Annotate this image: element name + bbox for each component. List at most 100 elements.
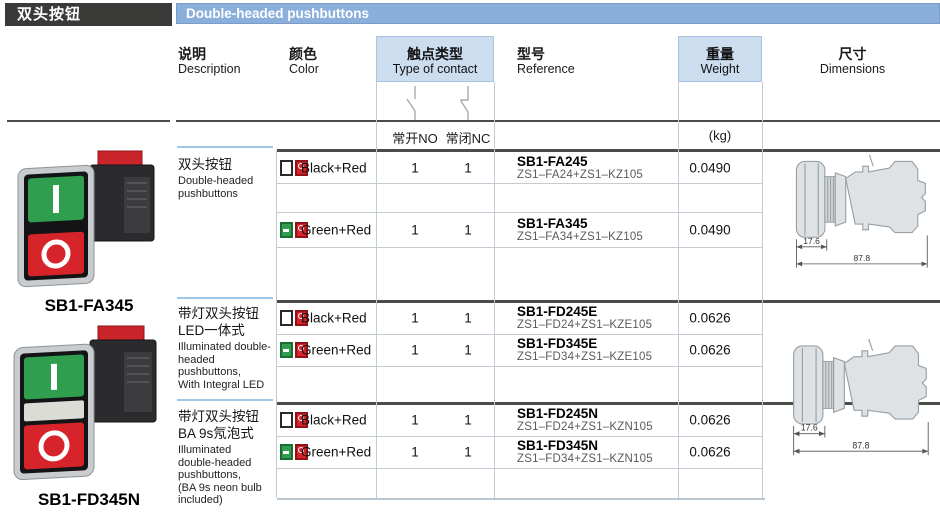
reference-block: SB1-FD345E ZS1–FD34+ZS1–KZE105 — [517, 336, 652, 364]
column-header-contact-zh: 触点类型 — [377, 46, 493, 62]
weight-value: 0.0626 — [655, 311, 765, 326]
reference-block: SB1-FD345N ZS1–FD34+ZS1–KZN105 — [517, 438, 653, 466]
rule-table-bottom — [277, 498, 765, 500]
nc-count: 1 — [443, 160, 493, 175]
column-header-reference: 型号 Reference — [517, 46, 575, 77]
reference-subcode: ZS1–FD34+ZS1–KZN105 — [517, 453, 653, 466]
column-header-description: 说明 Description — [178, 46, 241, 77]
weight-value: 0.0626 — [655, 445, 765, 460]
weight-value: 0.0490 — [655, 223, 765, 238]
product-label-1: SB1-FA345 — [5, 296, 173, 316]
nc-count: 1 — [443, 343, 493, 358]
dimension-drawing-2: 17.6 87.8 — [780, 333, 936, 471]
table-row: Black+Red 1 1 SB1-FA245 ZS1–FA24+ZS1–KZ1… — [277, 152, 762, 183]
dim-cap-label: 17.6 — [801, 423, 818, 433]
reference-subcode: ZS1–FA24+ZS1–KZ105 — [517, 169, 643, 182]
reference-subcode: ZS1–FA34+ZS1–KZ105 — [517, 231, 643, 244]
reference-subcode: ZS1–FD24+ZS1–KZN105 — [517, 421, 653, 434]
reference-code: SB1-FA245 — [517, 154, 643, 169]
reference-block: SB1-FA345 ZS1–FA34+ZS1–KZ105 — [517, 216, 643, 244]
reference-subcode: ZS1–FD24+ZS1–KZE105 — [517, 319, 652, 332]
column-header-weight-zh: 重量 — [679, 46, 761, 62]
column-header-contact: 触点类型 Type of contact — [376, 36, 494, 82]
row-separator — [277, 468, 762, 469]
no-count: 1 — [390, 223, 440, 238]
contact-symbols-icon — [396, 86, 486, 120]
table-row: Green+Red 1 1 SB1-FD345E ZS1–FD34+ZS1–KZ… — [277, 334, 762, 366]
rule-header — [176, 120, 940, 122]
green-button-icon — [280, 222, 293, 238]
color-label: Black+Red — [301, 311, 367, 326]
section1-description: 双头按钮 Double-headed pushbuttons — [178, 156, 280, 200]
section1-description-en: Double-headed pushbuttons — [178, 175, 280, 200]
column-header-color-zh: 颜色 — [289, 46, 319, 62]
row-separator — [277, 366, 762, 367]
no-count: 1 — [390, 311, 440, 326]
weight-value: 0.0490 — [655, 160, 765, 175]
section2-description-zh: 带灯双头按钮 LED一体式 — [178, 305, 280, 339]
no-count: 1 — [390, 343, 440, 358]
color-label: Black+Red — [301, 413, 367, 428]
reference-code: SB1-FD345E — [517, 336, 652, 351]
reference-code: SB1-FD245E — [517, 304, 652, 319]
black-button-icon — [280, 412, 293, 428]
no-count: 1 — [390, 160, 440, 175]
table-row: Green+Red 1 1 SB1-FD345N ZS1–FD34+ZS1–KZ… — [277, 436, 762, 468]
section1-description-zh: 双头按钮 — [178, 156, 280, 173]
row-separator — [277, 247, 762, 248]
color-label: Green+Red — [301, 445, 371, 460]
section3-description: 带灯双头按钮 BA 9s氖泡式 Illuminated double-heade… — [178, 408, 280, 507]
column-header-description-zh: 说明 — [178, 46, 241, 62]
weight-unit-label: (kg) — [665, 128, 775, 143]
black-button-icon — [280, 160, 293, 176]
weight-value: 0.0626 — [655, 413, 765, 428]
no-count: 1 — [390, 413, 440, 428]
green-button-icon — [280, 444, 293, 460]
green-button-icon — [280, 342, 293, 358]
product-photo-sb1-fd345n — [8, 320, 166, 486]
column-border — [762, 82, 763, 498]
reference-block: SB1-FD245E ZS1–FD24+ZS1–KZE105 — [517, 304, 652, 332]
dim-cap-label: 17.6 — [803, 236, 820, 246]
nc-count: 1 — [443, 413, 493, 428]
section1-blue-line — [177, 146, 273, 148]
section2-description-en: Illuminated double- headed pushbuttons, … — [178, 341, 280, 391]
color-label: Black+Red — [301, 160, 367, 175]
column-header-color: 颜色 Color — [289, 46, 319, 77]
product-label-2: SB1-FD345N — [5, 490, 173, 510]
rule-left — [7, 120, 170, 122]
dimension-drawing-1: 17.6 87.8 — [783, 152, 935, 280]
color-label: Green+Red — [301, 223, 371, 238]
column-header-dimensions-en: Dimensions — [780, 62, 925, 77]
row-separator — [277, 183, 762, 184]
dim-total-label: 87.8 — [852, 440, 869, 450]
reference-subcode: ZS1–FD34+ZS1–KZE105 — [517, 351, 652, 364]
column-header-description-en: Description — [178, 62, 241, 77]
table-row: Black+Red 1 1 SB1-FD245N ZS1–FD24+ZS1–KZ… — [277, 404, 762, 436]
no-count: 1 — [390, 445, 440, 460]
reference-code: SB1-FD345N — [517, 438, 653, 453]
reference-code: SB1-FA345 — [517, 216, 643, 231]
black-button-icon — [280, 310, 293, 326]
table-row: Green+Red 1 1 SB1-FA345 ZS1–FA34+ZS1–KZ1… — [277, 213, 762, 247]
column-header-dimensions: 尺寸 Dimensions — [780, 46, 925, 77]
reference-block: SB1-FA245 ZS1–FA24+ZS1–KZ105 — [517, 154, 643, 182]
page-title-banner: Double-headed pushbuttons — [176, 3, 940, 24]
section3-description-en: Illuminated double-headed pushbuttons, (… — [178, 444, 280, 507]
nc-count: 1 — [443, 445, 493, 460]
product-photo-sb1-fa345 — [12, 143, 164, 291]
category-label: 双头按钮 — [5, 3, 172, 26]
reference-block: SB1-FD245N ZS1–FD24+ZS1–KZN105 — [517, 406, 653, 434]
nc-count: 1 — [443, 223, 493, 238]
column-header-weight: 重量 Weight — [678, 36, 762, 82]
dim-total-label: 87.8 — [854, 253, 871, 263]
reference-code: SB1-FD245N — [517, 406, 653, 421]
table-row: Black+Red 1 1 SB1-FD245E ZS1–FD24+ZS1–KZ… — [277, 302, 762, 334]
weight-value: 0.0626 — [655, 343, 765, 358]
nc-count: 1 — [443, 311, 493, 326]
section2-blue-line — [177, 297, 273, 299]
color-label: Green+Red — [301, 343, 371, 358]
column-header-weight-en: Weight — [679, 62, 761, 77]
column-header-reference-zh: 型号 — [517, 46, 575, 62]
column-header-dimensions-zh: 尺寸 — [780, 46, 925, 62]
